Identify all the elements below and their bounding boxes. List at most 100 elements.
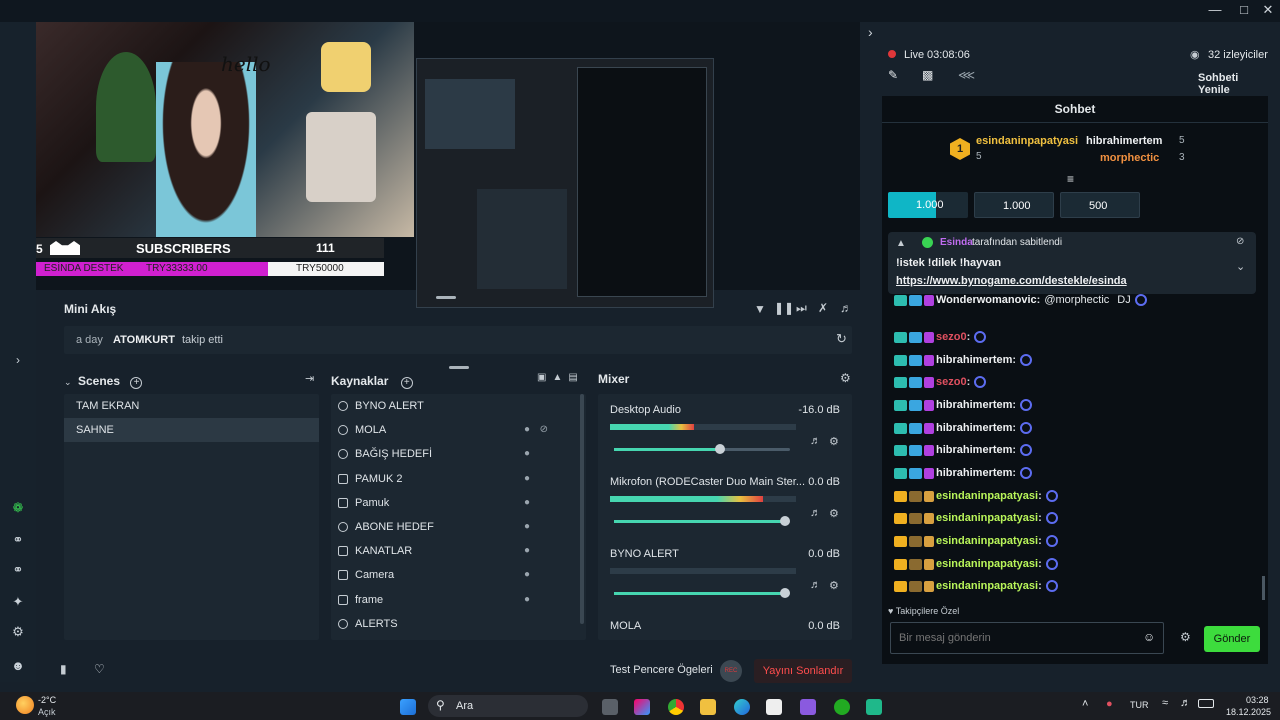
volume-slider[interactable] <box>614 444 790 454</box>
taskbar-search[interactable]: ⚲ Ara <box>428 695 588 717</box>
chat-username[interactable]: esindaninpapatyasi <box>936 580 1038 592</box>
speaker-icon[interactable]: ♬ <box>810 579 821 591</box>
chevron-right-icon[interactable]: › <box>10 352 26 368</box>
source-item[interactable]: PAMUK 2 ● <box>331 467 586 491</box>
chrome-icon[interactable] <box>668 699 684 715</box>
chat-username[interactable]: esindaninpapatyasi <box>936 558 1038 570</box>
lock-icon[interactable]: ● <box>524 418 530 442</box>
source-tools[interactable]: ▣▲▤ <box>537 372 584 383</box>
store-icon[interactable] <box>766 699 782 715</box>
clock-time[interactable]: 03:28 <box>1246 695 1269 705</box>
mixer-settings-icon[interactable]: ⚙ <box>840 371 851 385</box>
link-icon[interactable]: ⚭ <box>10 532 26 548</box>
unpin-icon[interactable]: ⊘ <box>1236 236 1244 247</box>
end-stream-button[interactable]: Yayını Sonlandır <box>754 659 852 683</box>
lock-icon[interactable]: ● <box>524 539 530 563</box>
volume-icon[interactable]: ♬ <box>840 301 852 315</box>
stats-icon[interactable]: ▮ <box>60 662 67 676</box>
filter-icon[interactable]: ▼ <box>754 302 766 316</box>
source-item[interactable]: Pamuk ● <box>331 491 586 515</box>
source-item[interactable]: ABONE HEDEF ● <box>331 515 586 539</box>
chat-username[interactable]: Wonderwomanovic <box>936 294 1037 306</box>
gear-icon[interactable]: ⚙ <box>10 624 26 640</box>
pause-icon[interactable]: ❚❚ <box>774 301 794 315</box>
streaming-app-icon[interactable] <box>866 699 882 715</box>
edge-icon[interactable] <box>734 699 750 715</box>
test-widgets-button[interactable]: Test Pencere Ögeleri <box>610 664 713 676</box>
chat-username[interactable]: hibrahimertem <box>936 354 1012 366</box>
lock-icon[interactable]: ● <box>524 515 530 539</box>
battery-icon[interactable] <box>1198 699 1214 708</box>
gear-icon[interactable]: ⚙ <box>829 579 839 592</box>
points-pill[interactable]: 1.000 <box>888 192 968 218</box>
microphone-icon[interactable]: ● <box>1106 698 1113 710</box>
lock-icon[interactable]: ● <box>524 467 530 491</box>
source-item[interactable]: MOLA ● ⊘ <box>331 418 586 442</box>
scene-transition-icon[interactable]: ⇥ <box>305 372 314 385</box>
user-icon[interactable]: ☻ <box>10 658 26 674</box>
chat-settings-icon[interactable]: ⚙ <box>1180 630 1191 644</box>
maximize-icon[interactable]: □ <box>1233 2 1255 17</box>
sparkle-icon[interactable]: ✦ <box>10 594 26 610</box>
clock-date[interactable]: 18.12.2025 <box>1226 707 1271 717</box>
skip-icon[interactable]: ⏭ <box>796 301 807 316</box>
source-item[interactable]: KANATLAR ● <box>331 539 586 563</box>
lock-icon[interactable]: ● <box>524 491 530 515</box>
points-pill[interactable]: 1.000 <box>974 192 1054 218</box>
volume-slider[interactable] <box>614 516 790 526</box>
share-icon[interactable]: ⋘ <box>958 68 975 82</box>
chat-username[interactable]: sezo0 <box>936 331 967 343</box>
chat-username[interactable]: sezo0 <box>936 376 967 388</box>
add-source-icon[interactable]: + <box>400 377 413 389</box>
gear-icon[interactable]: ⚙ <box>829 435 839 448</box>
chat-username[interactable]: esindaninpapatyasi <box>936 512 1038 524</box>
message-input-box[interactable]: ☺ <box>890 622 1164 654</box>
hidden-eye-icon[interactable]: ⊘ <box>540 418 548 442</box>
source-item[interactable]: frame ● <box>331 588 586 612</box>
source-item[interactable]: BAĞIŞ HEDEFİ ● <box>331 442 586 466</box>
speaker-icon[interactable]: ♬ <box>810 507 821 519</box>
overlay-icon[interactable]: ▩ <box>922 68 933 82</box>
add-scene-icon[interactable]: + <box>130 377 143 389</box>
rec-button[interactable]: REC <box>720 660 742 682</box>
lock-icon[interactable]: ● <box>524 588 530 612</box>
lock-icon[interactable]: ● <box>524 563 530 587</box>
volume-knob[interactable] <box>714 444 725 454</box>
refresh-chat-button[interactable]: Sohbeti Yenile <box>1198 72 1268 96</box>
copilot-icon[interactable] <box>634 699 650 715</box>
volume-knob[interactable] <box>779 588 790 598</box>
chat-username[interactable]: hibrahimertem <box>936 399 1012 411</box>
pinned-link[interactable]: https://www.bynogame.com/destekle/esinda <box>896 275 1127 287</box>
points-pill[interactable]: 500 <box>1060 192 1140 218</box>
source-item[interactable]: Camera ● <box>331 563 586 587</box>
app-icon[interactable] <box>800 699 816 715</box>
emoji-icon[interactable]: ☺ <box>1143 630 1155 644</box>
scene-item[interactable]: TAM EKRAN <box>64 394 319 418</box>
language-indicator[interactable]: TUR <box>1130 700 1149 710</box>
collapse-chevron-icon[interactable]: › <box>868 24 873 40</box>
expand-icon[interactable]: ≡ <box>1067 172 1074 186</box>
widget-icon[interactable]: ⚭ <box>10 562 26 578</box>
folder-icon[interactable] <box>700 699 716 715</box>
message-input[interactable] <box>899 629 1129 647</box>
studio-icon[interactable]: ❁ <box>10 500 26 516</box>
chat-username[interactable]: hibrahimertem <box>936 467 1012 479</box>
refresh-icon[interactable]: ↻ <box>836 331 847 347</box>
source-item[interactable]: ALERTS <box>331 612 586 636</box>
weather-icon[interactable] <box>16 696 34 714</box>
xbox-icon[interactable] <box>834 699 850 715</box>
volume-knob[interactable] <box>779 516 790 526</box>
source-item[interactable]: BYNO ALERT <box>331 394 586 418</box>
tray-chevron-icon[interactable]: ˄ <box>1082 698 1088 710</box>
mute-alerts-icon[interactable]: ✗ <box>818 301 828 315</box>
resize-handle-2[interactable] <box>449 366 469 369</box>
chat-username[interactable]: esindaninpapatyasi <box>936 535 1038 547</box>
weather-temp[interactable]: -2°C <box>38 695 56 705</box>
chat-username[interactable]: hibrahimertem <box>936 444 1012 456</box>
start-icon[interactable] <box>400 699 416 715</box>
lock-icon[interactable]: ● <box>524 442 530 466</box>
chat-scrollbar[interactable] <box>1262 576 1265 600</box>
bell-icon[interactable]: ♡ <box>94 662 105 676</box>
volume-slider[interactable] <box>614 588 790 598</box>
minimize-icon[interactable]: — <box>1204 2 1226 17</box>
